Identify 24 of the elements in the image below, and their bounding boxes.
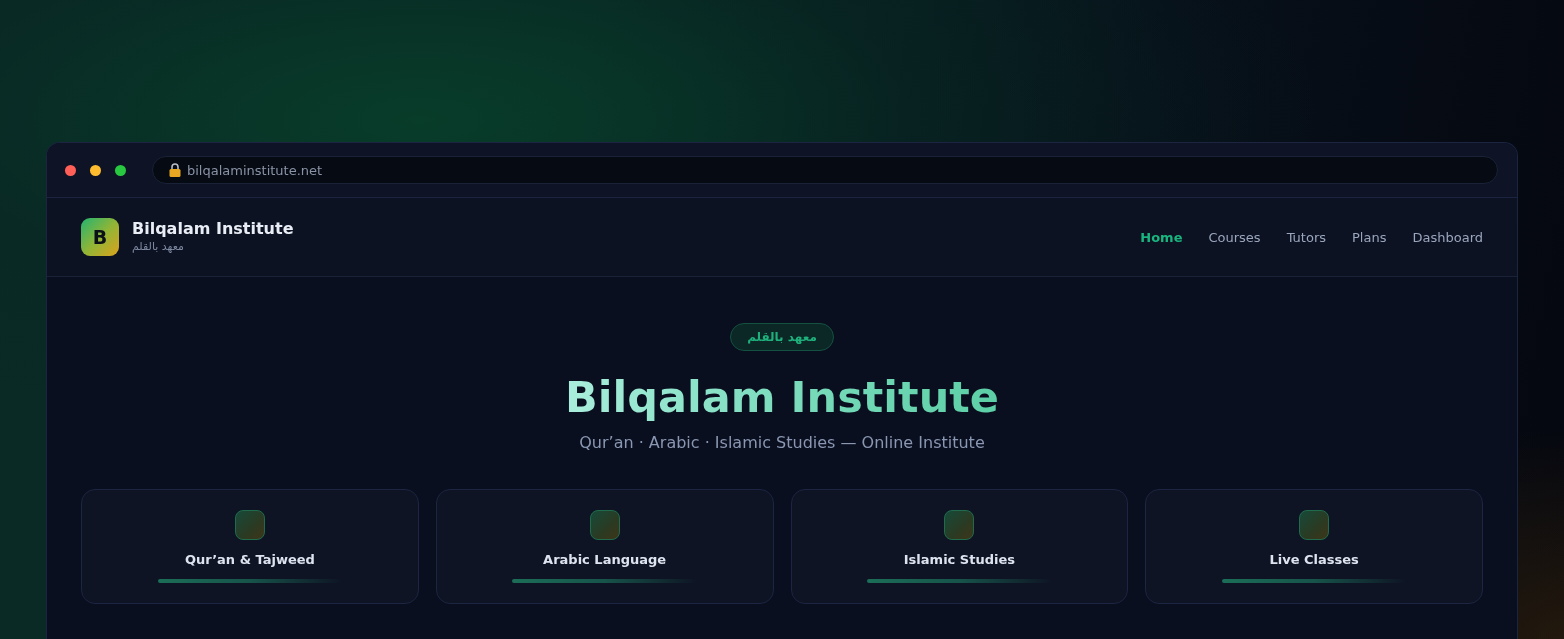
nav-link[interactable]: Home (1140, 229, 1183, 245)
gradient-tile-icon (589, 510, 620, 540)
gradient-tile-icon (944, 510, 975, 540)
site-arabic-name: معهد بالقلم (132, 239, 184, 255)
feature-title: Qur’an & Tajweed (184, 551, 315, 568)
feature-title: Islamic Studies (903, 551, 1015, 568)
maximize-dot-icon[interactable] (115, 164, 126, 176)
address-text: bilqalaminstitute.net (187, 162, 323, 178)
gradient-tile-icon (234, 510, 265, 540)
arabic-name-badge: معهد بالقلم (730, 323, 834, 351)
nav-link[interactable]: Tutors (1286, 229, 1327, 245)
feature-title: Arabic Language (543, 551, 667, 568)
gradient-tile-icon (1299, 510, 1330, 540)
feature-title: Live Classes (1269, 551, 1359, 568)
nav-link[interactable]: Plans (1352, 229, 1387, 245)
padlock-icon (169, 163, 181, 177)
hero-tagline: Qur’an · Arabic · Islamic Studies — Online Institute (579, 432, 985, 454)
nav-link[interactable]: Courses (1208, 229, 1261, 245)
address-bar[interactable]: bilqalaminstitute.net (152, 156, 1498, 184)
logo-tile: B (81, 218, 119, 256)
site-name: Bilqalam Institute (132, 219, 294, 239)
nav-link[interactable]: Dashboard (1412, 229, 1483, 245)
minimize-dot-icon[interactable] (90, 164, 101, 176)
close-dot-icon[interactable] (65, 164, 76, 176)
